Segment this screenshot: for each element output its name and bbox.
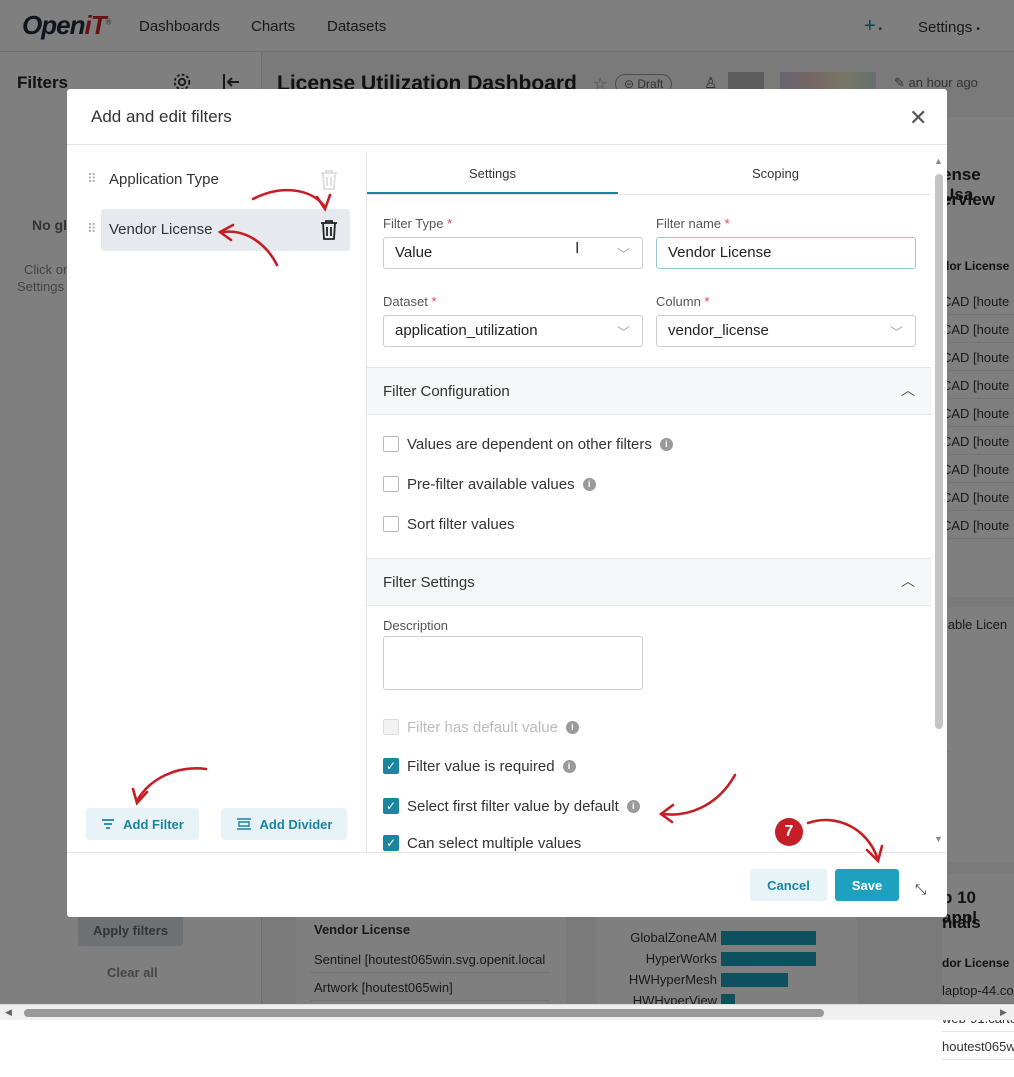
arrow-to-trash-icon (251, 188, 327, 209)
page-horizontal-scrollbar[interactable]: ◀ ▶ (0, 1004, 1014, 1020)
table-row: houtest065win. (942, 1032, 1014, 1060)
scroll-thumb[interactable] (24, 1009, 824, 1017)
arrow-to-filter-item-icon (221, 230, 279, 267)
annotation-arrows (131, 188, 884, 864)
arrow-to-add-filter-icon (135, 767, 208, 803)
add-edit-filters-modal: Add and edit filters ✕ ⠿ Application Typ… (67, 89, 947, 917)
arrow-to-select-first-icon (661, 773, 737, 816)
